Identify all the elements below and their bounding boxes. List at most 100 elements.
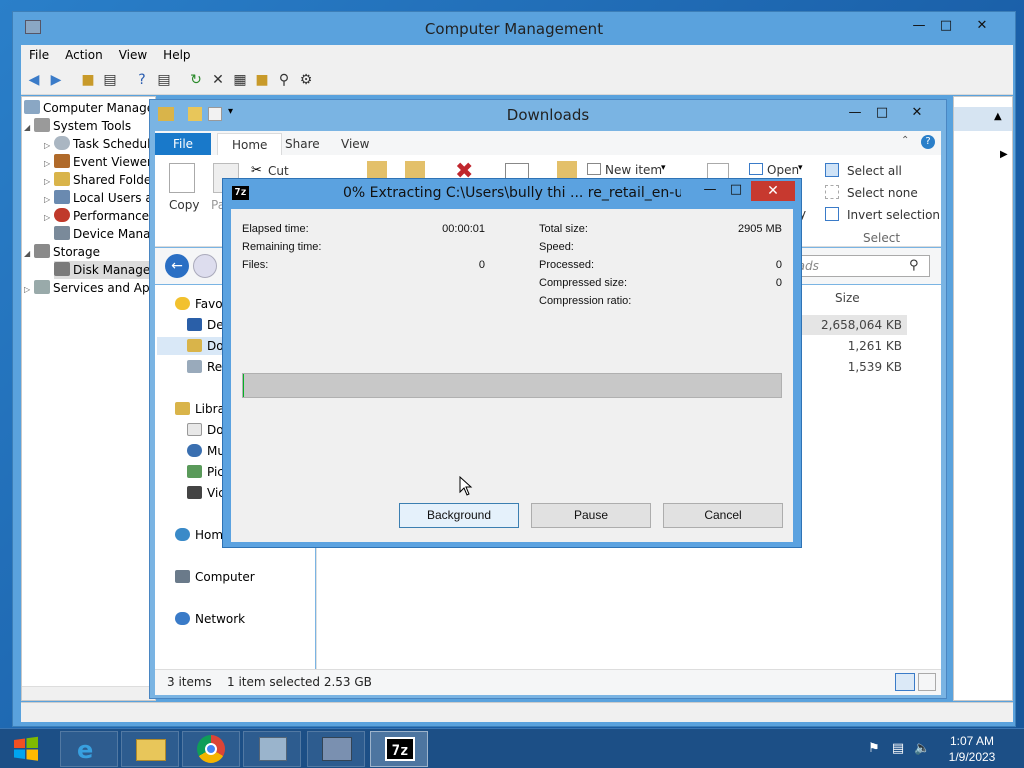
refresh-icon[interactable]: ↻ <box>187 71 205 89</box>
up-folder-icon[interactable]: ■ <box>79 71 97 89</box>
cut-label[interactable]: Cut <box>268 164 289 178</box>
back-button[interactable]: ← <box>165 254 189 278</box>
invert-selection-icon[interactable] <box>825 207 839 221</box>
new-item-label[interactable]: New item <box>605 163 662 177</box>
extract-minimize-button[interactable]: — <box>699 181 721 199</box>
dl-close-button[interactable]: ✕ <box>906 104 928 122</box>
help-icon[interactable]: ? <box>133 71 151 89</box>
new-item-dropdown-icon[interactable]: ▾ <box>661 163 666 173</box>
nav-recent[interactable]: Re <box>187 358 222 376</box>
tree-task-scheduler[interactable]: ▷ Task Schedul <box>44 135 150 153</box>
settings-icon[interactable]: ⚙ <box>297 71 315 89</box>
tab-view[interactable]: View <box>327 133 383 155</box>
nav-desktop[interactable]: De <box>187 316 224 334</box>
copy-icon[interactable] <box>169 163 195 193</box>
details-view-icon[interactable] <box>895 673 915 691</box>
select-none-label[interactable]: Select none <box>847 186 918 200</box>
open-label[interactable]: Open <box>767 163 799 177</box>
tree-system-tools[interactable]: ◢ System Tools <box>24 117 131 135</box>
scissors-icon[interactable]: ✂ <box>251 163 262 178</box>
nav-network[interactable]: Network <box>175 610 245 628</box>
tree-services-apps[interactable]: ▷ Services and App <box>24 279 155 299</box>
tree-computer-management[interactable]: Computer Managem <box>24 99 155 117</box>
copy-label[interactable]: Copy <box>169 198 199 212</box>
cm-title-bar[interactable]: Computer Management — □ ✕ <box>13 12 1015 46</box>
nav-computer[interactable]: Computer <box>175 568 255 586</box>
new-item-icon[interactable] <box>587 163 601 175</box>
collapsed-icon[interactable]: ▷ <box>24 281 34 299</box>
more-arrow-icon[interactable]: ▶ <box>1000 149 1008 160</box>
menu-action[interactable]: Action <box>57 45 111 65</box>
tree-shared-folders[interactable]: ▷ Shared Folde <box>44 171 151 189</box>
rename-icon[interactable] <box>505 163 529 179</box>
menu-help[interactable]: Help <box>155 45 198 65</box>
show-hide-tree-icon[interactable]: ▤ <box>101 71 119 89</box>
dl-minimize-button[interactable]: — <box>844 104 866 122</box>
menu-file[interactable]: File <box>21 45 57 65</box>
explorer-taskbar-button[interactable] <box>121 731 179 767</box>
open-icon[interactable] <box>749 163 763 175</box>
nav-pictures[interactable]: Pic <box>187 463 224 481</box>
cm-minimize-button[interactable]: — <box>908 17 930 35</box>
network-tray-icon[interactable]: ▤ <box>890 741 906 757</box>
select-all-label[interactable]: Select all <box>847 164 902 178</box>
tree-storage[interactable]: ◢ Storage <box>24 243 100 261</box>
size-column-header[interactable]: Size <box>835 291 860 305</box>
background-button[interactable]: Background <box>399 503 519 528</box>
tree-local-users[interactable]: ▷ Local Users ar <box>44 189 155 207</box>
nav-homegroup[interactable]: Hom <box>175 526 223 544</box>
invert-selection-label[interactable]: Invert selection <box>847 208 940 222</box>
chrome-taskbar-button[interactable] <box>182 731 240 767</box>
tree-disk-management[interactable]: Disk Manager <box>54 261 155 279</box>
search-disk-icon[interactable]: ⚲ <box>275 71 293 89</box>
7zip-taskbar-button[interactable]: 7z <box>370 731 428 767</box>
extract-title-bar[interactable]: 7z 0% Extracting C:\Users\bully thi ... … <box>223 179 801 209</box>
tree-event-viewer[interactable]: ▷ Event Viewer <box>44 153 152 171</box>
action-pane-icon[interactable]: ▤ <box>155 71 173 89</box>
delete-icon[interactable]: ✕ <box>209 71 227 89</box>
properties-icon[interactable]: ▦ <box>231 71 249 89</box>
open-dropdown-icon[interactable]: ▾ <box>798 163 803 173</box>
help-circle-icon[interactable]: ? <box>921 135 935 149</box>
nav-music[interactable]: Mu <box>187 442 225 460</box>
nav-libraries[interactable]: Libra <box>175 400 225 418</box>
menu-view[interactable]: View <box>111 45 155 65</box>
extract-close-button[interactable]: ✕ <box>751 181 795 201</box>
extract-dialog[interactable]: 7z 0% Extracting C:\Users\bully thi ... … <box>222 178 802 548</box>
computer-management-taskbar-button[interactable] <box>243 731 301 767</box>
expanded-icon[interactable]: ◢ <box>24 119 34 137</box>
back-arrow-icon[interactable]: ◀ <box>25 71 43 89</box>
volume-muted-icon[interactable]: 🔈 <box>914 741 930 757</box>
ie-taskbar-button[interactable]: e <box>60 731 118 767</box>
tree-device-manager[interactable]: Device Manag <box>54 225 155 243</box>
collapse-arrow-icon[interactable]: ▲ <box>994 111 1002 122</box>
dl-maximize-button[interactable]: □ <box>871 104 893 122</box>
collapsed-icon[interactable]: ▷ <box>44 209 54 227</box>
search-input[interactable]: loads <box>780 255 930 277</box>
nav-documents[interactable]: Do <box>187 421 224 439</box>
ribbon-collapse-icon[interactable]: ⌃ <box>901 135 909 146</box>
downloads-title-bar[interactable]: ▾ Downloads — □ ✕ <box>150 100 946 130</box>
tab-share[interactable]: Share <box>271 133 334 155</box>
select-none-icon[interactable] <box>825 185 839 199</box>
nav-favorites[interactable]: Favo <box>175 295 223 313</box>
action-center-flag-icon[interactable]: ⚑ <box>866 741 882 757</box>
forward-button[interactable] <box>193 254 217 278</box>
forward-arrow-icon[interactable]: ▶ <box>47 71 65 89</box>
extract-maximize-button[interactable]: □ <box>725 181 747 199</box>
nav-videos[interactable]: Vic <box>187 484 225 502</box>
cancel-button[interactable]: Cancel <box>663 503 783 528</box>
tab-file[interactable]: File <box>155 133 211 155</box>
cm-tree-hscrollbar[interactable] <box>22 686 155 700</box>
clock[interactable]: 1:07 AM 1/9/2023 <box>942 733 1002 765</box>
large-icons-view-icon[interactable] <box>918 673 936 691</box>
expanded-icon[interactable]: ◢ <box>24 245 34 263</box>
pause-button[interactable]: Pause <box>531 503 651 528</box>
start-button[interactable] <box>4 732 48 766</box>
cm-close-button[interactable]: ✕ <box>971 17 993 35</box>
open-folder-icon[interactable]: ■ <box>253 71 271 89</box>
select-all-icon[interactable] <box>825 163 839 177</box>
tree-performance[interactable]: ▷ Performance <box>44 207 149 225</box>
remote-desktop-taskbar-button[interactable] <box>307 731 365 767</box>
cm-maximize-button[interactable]: □ <box>935 17 957 35</box>
